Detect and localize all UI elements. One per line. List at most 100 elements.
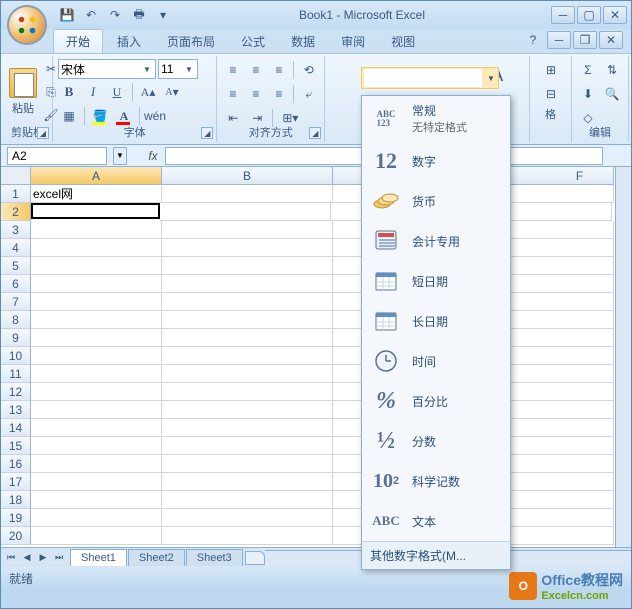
cell[interactable] — [546, 509, 614, 527]
format-accounting[interactable]: 会计专用 — [362, 221, 510, 261]
tab-review[interactable]: 审阅 — [329, 30, 377, 53]
row-header[interactable]: 9 — [1, 329, 31, 347]
alignment-dialog-icon[interactable]: ◢ — [309, 127, 321, 139]
row-header[interactable]: 12 — [1, 383, 31, 401]
italic-button[interactable]: I — [82, 81, 104, 103]
format-text[interactable]: ABC 文本 — [362, 501, 510, 541]
row-header[interactable]: 20 — [1, 527, 31, 545]
cell[interactable] — [546, 275, 614, 293]
autosum-icon[interactable]: Σ — [577, 59, 599, 81]
cell[interactable] — [546, 455, 614, 473]
find-icon[interactable]: 🔍 — [601, 83, 623, 105]
align-left-icon[interactable]: ≡ — [222, 83, 243, 105]
row-header[interactable]: 19 — [1, 509, 31, 527]
cell[interactable] — [31, 329, 162, 347]
cell[interactable] — [31, 491, 162, 509]
cell[interactable] — [160, 203, 331, 221]
col-header-b[interactable]: B — [162, 167, 333, 185]
cell[interactable] — [546, 437, 614, 455]
cell[interactable] — [31, 527, 162, 545]
cell[interactable] — [162, 419, 333, 437]
save-icon[interactable]: 💾 — [57, 5, 77, 25]
cell[interactable] — [544, 203, 612, 221]
cell[interactable] — [162, 293, 333, 311]
align-right-icon[interactable]: ≡ — [268, 83, 289, 105]
cell[interactable] — [162, 491, 333, 509]
align-center-icon[interactable]: ≡ — [245, 83, 266, 105]
row-header[interactable]: 18 — [1, 491, 31, 509]
format-currency[interactable]: 货币 — [362, 181, 510, 221]
tab-view[interactable]: 视图 — [379, 30, 427, 53]
cell[interactable] — [31, 401, 162, 419]
row-header[interactable]: 1 — [1, 185, 31, 203]
row-header[interactable]: 11 — [1, 365, 31, 383]
row-header[interactable]: 5 — [1, 257, 31, 275]
cell[interactable] — [546, 419, 614, 437]
cell[interactable] — [31, 473, 162, 491]
cell[interactable] — [546, 401, 614, 419]
cell[interactable] — [546, 527, 614, 545]
cell[interactable] — [162, 329, 333, 347]
cell[interactable] — [31, 437, 162, 455]
cell[interactable] — [546, 347, 614, 365]
row-header[interactable]: 7 — [1, 293, 31, 311]
cell[interactable] — [31, 311, 162, 329]
doc-restore-button[interactable]: ❐ — [573, 31, 597, 49]
cell[interactable] — [31, 239, 162, 257]
font-dialog-icon[interactable]: ◢ — [201, 127, 213, 139]
tab-formulas[interactable]: 公式 — [229, 30, 277, 53]
row-header[interactable]: 13 — [1, 401, 31, 419]
new-sheet-button[interactable] — [245, 551, 265, 565]
cell[interactable] — [162, 275, 333, 293]
grow-font-button[interactable]: A▴ — [137, 81, 159, 103]
cell[interactable] — [546, 473, 614, 491]
format-shortdate[interactable]: 短日期 — [362, 261, 510, 301]
cells-grid[interactable]: excel网 // generate remaining empty rows … — [31, 185, 614, 547]
format-number[interactable]: 12 数字 — [362, 141, 510, 181]
cell[interactable] — [162, 437, 333, 455]
cell[interactable] — [162, 365, 333, 383]
cell[interactable] — [31, 509, 162, 527]
cell[interactable] — [546, 365, 614, 383]
cell[interactable] — [162, 257, 333, 275]
row-header[interactable]: 6 — [1, 275, 31, 293]
wrap-text-icon[interactable]: ⤶ — [298, 83, 319, 105]
cell[interactable] — [31, 419, 162, 437]
orientation-icon[interactable]: ⟲ — [298, 59, 319, 81]
cell-a2-selected[interactable] — [31, 203, 160, 219]
row-header[interactable]: 14 — [1, 419, 31, 437]
cell[interactable] — [162, 509, 333, 527]
align-bottom-icon[interactable]: ≡ — [268, 59, 289, 81]
bold-button[interactable]: B — [58, 81, 80, 103]
name-box[interactable]: A2 — [7, 147, 107, 165]
format-scientific[interactable]: 102 科学记数 — [362, 461, 510, 501]
print-icon[interactable]: 🖶 — [129, 5, 149, 25]
row-header[interactable]: 4 — [1, 239, 31, 257]
format-longdate[interactable]: 长日期 — [362, 301, 510, 341]
tab-data[interactable]: 数据 — [279, 30, 327, 53]
col-header-a[interactable]: A — [31, 167, 162, 185]
format-fraction[interactable]: ½ 分数 — [362, 421, 510, 461]
undo-icon[interactable]: ↶ — [81, 5, 101, 25]
cell[interactable] — [162, 527, 333, 545]
row-header[interactable]: 10 — [1, 347, 31, 365]
first-sheet-icon[interactable]: ⏮ — [3, 550, 19, 566]
cell[interactable] — [546, 293, 614, 311]
tab-home[interactable]: 开始 — [53, 29, 103, 53]
redo-icon[interactable]: ↷ — [105, 5, 125, 25]
sort-filter-icon[interactable]: ⇅ — [601, 59, 623, 81]
format-percentage[interactable]: % 百分比 — [362, 381, 510, 421]
cell[interactable] — [162, 311, 333, 329]
doc-close-button[interactable]: ✕ — [599, 31, 623, 49]
fx-button[interactable]: fx — [141, 147, 165, 165]
cell[interactable] — [162, 401, 333, 419]
cell[interactable] — [546, 185, 614, 203]
align-middle-icon[interactable]: ≡ — [245, 59, 266, 81]
row-header[interactable]: 16 — [1, 455, 31, 473]
cell[interactable] — [31, 455, 162, 473]
row-header[interactable]: 3 — [1, 221, 31, 239]
tab-insert[interactable]: 插入 — [105, 30, 153, 53]
row-header[interactable]: 15 — [1, 437, 31, 455]
cell[interactable] — [31, 365, 162, 383]
format-more[interactable]: 其他数字格式(M... — [362, 541, 510, 569]
